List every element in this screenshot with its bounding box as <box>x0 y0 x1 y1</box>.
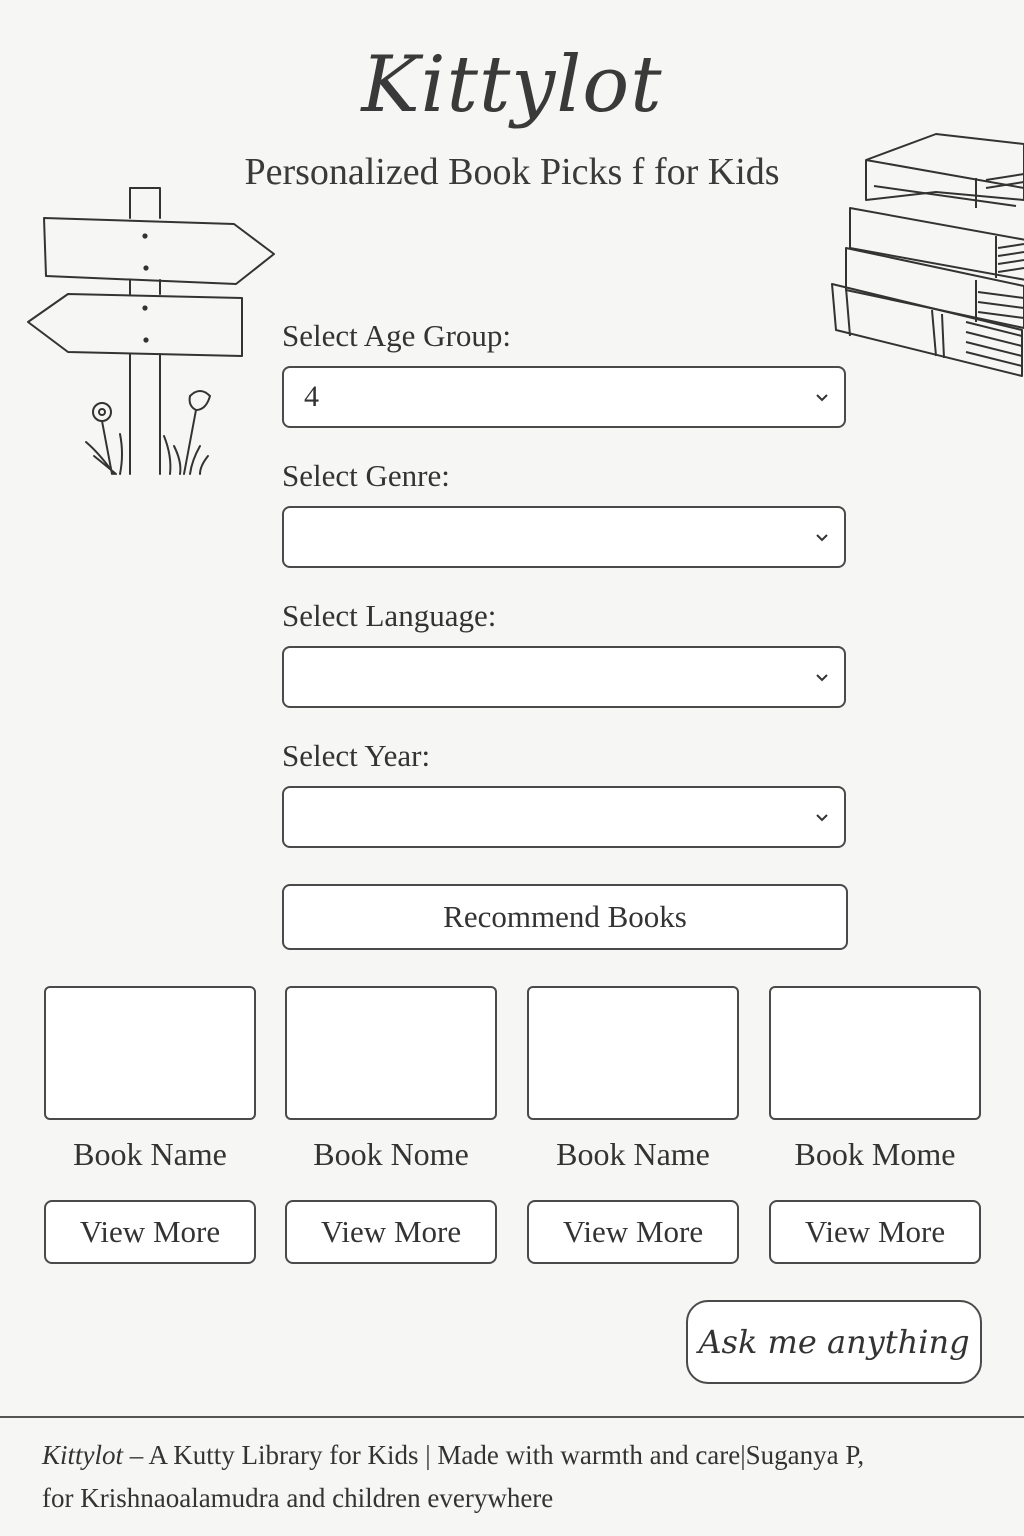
footer: Kittylot – A Kutty Library for Kids | Ma… <box>42 1434 1002 1520</box>
age-group-value: 4 <box>304 380 319 413</box>
recommend-books-button[interactable]: Recommend Books <box>282 884 848 950</box>
chevron-down-icon <box>816 814 828 822</box>
chevron-down-icon <box>816 534 828 542</box>
year-select[interactable] <box>282 786 846 848</box>
book-thumbnail[interactable] <box>285 986 497 1120</box>
chevron-down-icon <box>816 674 828 682</box>
footer-divider <box>0 1416 1024 1418</box>
footer-line2: for Krishnaoalamudra and children everyw… <box>42 1483 554 1513</box>
year-label: Select Year: <box>282 738 431 773</box>
book-name: Book Nome <box>313 1136 469 1172</box>
genre-select[interactable] <box>282 506 846 568</box>
view-more-button[interactable]: View More <box>285 1200 497 1264</box>
book-name: Book Name <box>73 1136 227 1172</box>
ask-me-anything-button[interactable]: Ask me anything <box>686 1300 982 1384</box>
footer-brand: Kittylot <box>42 1440 123 1470</box>
language-select[interactable] <box>282 646 846 708</box>
chevron-down-icon <box>816 394 828 402</box>
age-group-label: Select Age Group: <box>282 318 512 353</box>
genre-label: Select Genre: <box>282 458 450 493</box>
book-thumbnail[interactable] <box>44 986 256 1120</box>
book-thumbnail[interactable] <box>527 986 739 1120</box>
book-name: Book Mome <box>794 1136 956 1172</box>
footer-line1: – A Kutty Library for Kids | Made with w… <box>123 1440 865 1470</box>
age-group-select[interactable]: 4 <box>282 366 846 428</box>
book-name: Book Name <box>556 1136 710 1172</box>
view-more-button[interactable]: View More <box>769 1200 981 1264</box>
book-thumbnail[interactable] <box>769 986 981 1120</box>
view-more-button[interactable]: View More <box>44 1200 256 1264</box>
book-stack-illustration <box>831 133 1024 377</box>
app-title: Kittylot <box>361 40 663 130</box>
signpost-illustration <box>27 187 275 475</box>
language-label: Select Language: <box>282 598 497 633</box>
view-more-button[interactable]: View More <box>527 1200 739 1264</box>
